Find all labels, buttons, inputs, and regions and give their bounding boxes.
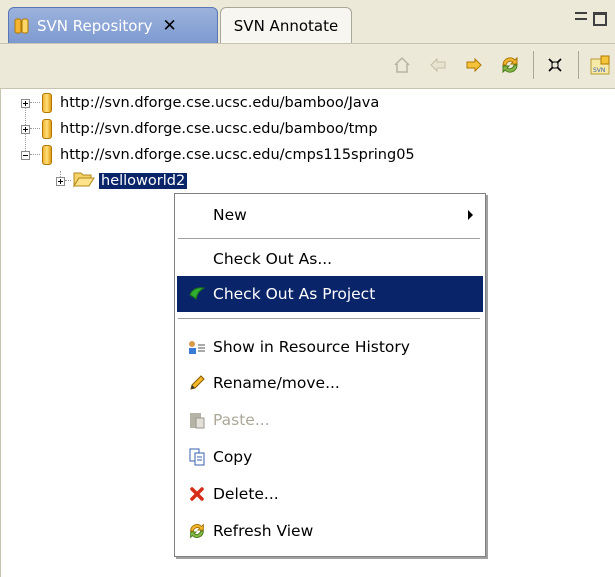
svg-text:SVN: SVN [593, 67, 605, 74]
folder-label: helloworld2 [99, 173, 188, 189]
menu-item-label: Check Out As Project [213, 285, 376, 303]
menu-item-label: Delete... [213, 485, 279, 503]
submenu-arrow-icon [468, 210, 473, 220]
repository-url: http://svn.dforge.cse.ucsc.edu/cmps115sp… [60, 147, 415, 163]
expand-icon[interactable] [21, 124, 30, 134]
toolbar-separator [533, 51, 534, 79]
copy-icon [185, 445, 209, 469]
toolbar-separator [578, 51, 579, 79]
tab-svn-annotate[interactable]: SVN Annotate [220, 7, 352, 43]
menu-item-label: Paste... [213, 411, 270, 429]
menu-item-show-in-resource-history[interactable]: Show in Resource History [177, 329, 483, 365]
repository-location-icon [42, 119, 52, 139]
pencil-icon [185, 371, 209, 395]
expand-icon[interactable] [56, 176, 65, 186]
expand-icon[interactable] [21, 98, 30, 108]
checkout-project-icon [185, 282, 209, 306]
menu-item-refresh-view[interactable]: Refresh View [177, 513, 483, 549]
menu-separator [178, 238, 480, 240]
collapse-all-icon[interactable] [540, 50, 570, 80]
menu-item-check-out-as-project[interactable]: Check Out As Project [177, 276, 483, 312]
view-border [0, 88, 1, 577]
menu-item-label: Refresh View [213, 522, 314, 540]
close-tab-icon[interactable]: ✕ [163, 16, 177, 36]
paste-icon [185, 408, 209, 432]
tab-label: SVN Annotate [233, 16, 339, 35]
resource-history-icon [185, 335, 209, 359]
refresh-icon[interactable] [495, 50, 525, 80]
menu-separator [178, 318, 480, 320]
repository-url: http://svn.dforge.cse.ucsc.edu/bamboo/tm… [60, 121, 378, 137]
delete-icon [185, 482, 209, 506]
menu-item-label: Check Out As... [213, 250, 333, 268]
repository-location-icon [42, 145, 52, 165]
open-folder-icon [73, 170, 95, 192]
tab-svn-repository[interactable]: SVN Repository ✕ [8, 7, 218, 43]
view-toolbar: SVN [0, 44, 615, 89]
tree-row-repository[interactable]: http://svn.dforge.cse.ucsc.edu/bamboo/Ja… [21, 91, 379, 115]
menu-item-copy[interactable]: Copy [177, 439, 483, 475]
tab-label: SVN Repository [37, 16, 153, 35]
minimize-icon[interactable] [575, 12, 587, 20]
menu-item-delete[interactable]: Delete... [177, 476, 483, 512]
tree-row-repository[interactable]: http://svn.dforge.cse.ucsc.edu/bamboo/tm… [21, 117, 378, 141]
home-icon[interactable] [387, 50, 417, 80]
menu-item-paste[interactable]: Paste... [177, 402, 483, 438]
new-repository-location-icon[interactable]: SVN [585, 50, 615, 80]
refresh-icon [185, 519, 209, 543]
menu-item-label: Rename/move... [213, 374, 340, 392]
forward-arrow-icon[interactable] [459, 50, 489, 80]
maximize-icon[interactable] [593, 12, 607, 26]
menu-item-label: New [213, 206, 247, 224]
repository-url: http://svn.dforge.cse.ucsc.edu/bamboo/Ja… [60, 95, 380, 111]
context-menu: New Check Out As... Check Out As Project… [174, 193, 486, 557]
view-tab-bar: SVN Repository ✕ SVN Annotate [0, 0, 615, 44]
back-arrow-icon[interactable] [423, 50, 453, 80]
menu-item-label: Show in Resource History [213, 338, 410, 356]
tree-row-folder[interactable]: helloworld2 [56, 169, 188, 193]
repository-location-icon [42, 93, 52, 113]
collapse-icon[interactable] [21, 150, 30, 160]
menu-item-rename-move[interactable]: Rename/move... [177, 365, 483, 401]
tree-row-repository[interactable]: http://svn.dforge.cse.ucsc.edu/cmps115sp… [21, 143, 415, 167]
repository-icon [13, 16, 33, 36]
menu-item-new[interactable]: New [177, 197, 483, 233]
menu-item-label: Copy [213, 448, 253, 466]
menu-item-check-out-as[interactable]: Check Out As... [177, 241, 483, 277]
